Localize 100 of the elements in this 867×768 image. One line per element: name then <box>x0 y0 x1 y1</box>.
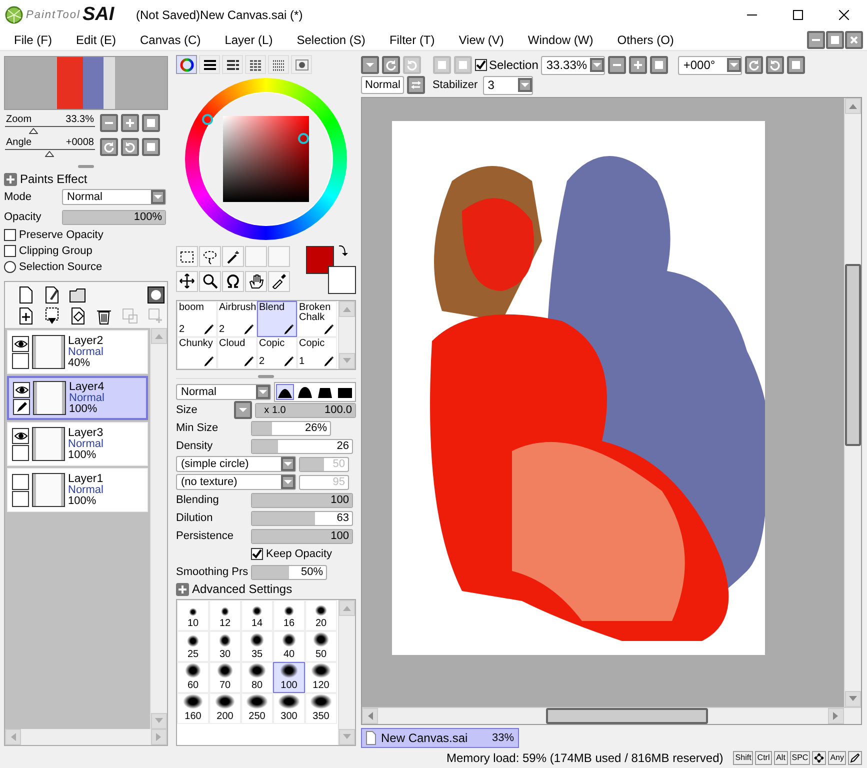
minimize-button[interactable] <box>807 31 825 49</box>
saturation-value-square[interactable] <box>223 116 309 202</box>
blend-mode-dropdown[interactable]: Normal <box>176 384 271 400</box>
menu-item[interactable]: Edit (E) <box>68 33 124 47</box>
visibility-toggle[interactable] <box>12 428 29 444</box>
brush-edge-selector[interactable] <box>274 382 356 402</box>
panel-menu-button[interactable] <box>361 56 379 74</box>
rotate-left-button[interactable] <box>100 138 118 156</box>
color-tab[interactable] <box>176 55 197 74</box>
swap-colors-icon[interactable] <box>338 244 348 256</box>
color-marker[interactable] <box>298 133 309 144</box>
brush-edge-option[interactable] <box>296 384 314 400</box>
new-pen-layer-icon[interactable] <box>43 286 61 304</box>
mode-dropdown[interactable]: Normal <box>62 189 166 205</box>
layer-row[interactable]: Layer3 Normal 100% <box>7 422 148 466</box>
vertical-scrollbar[interactable] <box>150 328 167 729</box>
menu-item[interactable]: Filter (T) <box>381 33 443 47</box>
rotate-icon[interactable] <box>225 273 241 289</box>
brush-tool[interactable]: Chunky <box>177 337 217 369</box>
reset-zoom-button[interactable] <box>650 56 668 74</box>
brush-size-option[interactable]: 70 <box>209 662 241 693</box>
vertical-scrollbar[interactable] <box>338 600 355 745</box>
brush-tool[interactable]: Copic 1 <box>297 337 337 369</box>
setting-slider[interactable]: 100 <box>251 528 353 544</box>
setting-slider[interactable]: 63 <box>251 510 353 526</box>
primary-color-swatch[interactable] <box>306 246 334 274</box>
panel-grip[interactable] <box>78 165 94 168</box>
brush-size-option[interactable]: 30 <box>209 631 241 662</box>
checkbox[interactable] <box>4 229 16 241</box>
reset-angle-button[interactable] <box>142 138 160 156</box>
brush-size-option[interactable]: 60 <box>177 662 209 693</box>
hue-marker[interactable] <box>202 114 213 125</box>
zoom-in-button[interactable] <box>121 114 139 132</box>
brush-tool[interactable]: Blend <box>257 301 297 337</box>
brush-size-option[interactable]: 200 <box>209 693 241 724</box>
mask-icon[interactable] <box>147 286 165 304</box>
brush-size-option[interactable]: 80 <box>241 662 273 693</box>
checkbox[interactable] <box>4 245 16 257</box>
rotate-right-button[interactable] <box>766 56 784 74</box>
setting-slider[interactable]: 26 <box>251 438 353 454</box>
brush-size-option[interactable]: 20 <box>305 600 337 631</box>
lock-toggle[interactable] <box>12 352 29 368</box>
size-range-button[interactable] <box>234 401 252 419</box>
reset-zoom-button[interactable] <box>142 114 160 132</box>
brush-size-option[interactable]: 100 <box>273 662 305 693</box>
document-tab[interactable]: New Canvas.sai 33% <box>361 728 519 748</box>
brush-size-option[interactable]: 250 <box>241 693 273 724</box>
new-layer-icon[interactable] <box>17 286 35 304</box>
layer-row[interactable]: Layer2 Normal 40% <box>7 330 148 374</box>
zoom-out-button[interactable] <box>100 114 118 132</box>
opacity-slider[interactable]: 100% <box>62 210 166 224</box>
brush-size-option[interactable]: 16 <box>273 600 305 631</box>
checkbox[interactable] <box>475 59 487 71</box>
brush-size-option[interactable]: 350 <box>305 693 337 724</box>
brush-size-option[interactable]: 14 <box>241 600 273 631</box>
menu-item[interactable]: Others (O) <box>609 33 682 47</box>
copy-layer-icon[interactable] <box>17 307 35 325</box>
restore-button[interactable] <box>826 31 844 49</box>
layer-row[interactable]: Layer4 Normal 100% <box>7 376 148 420</box>
vertical-scrollbar[interactable] <box>844 98 861 707</box>
menu-item[interactable]: Canvas (C) <box>132 33 209 47</box>
rotate-right-button[interactable] <box>121 138 139 156</box>
brush-size-option[interactable]: 10 <box>177 600 209 631</box>
brush-size-option[interactable]: 50 <box>305 631 337 662</box>
zoom-slider[interactable] <box>5 126 95 135</box>
horizontal-scrollbar[interactable] <box>362 707 861 724</box>
menu-item[interactable]: Selection (S) <box>288 33 374 47</box>
lock-toggle[interactable] <box>12 444 29 460</box>
expand-icon[interactable] <box>176 582 189 596</box>
stabilizer-dropdown[interactable]: 3 <box>482 76 533 94</box>
brush-tool[interactable]: Copic 2 <box>257 337 297 369</box>
setting-slider[interactable]: 100 <box>251 492 353 508</box>
folder-icon[interactable] <box>69 286 87 304</box>
slider-thumb[interactable] <box>28 128 38 134</box>
setting-slider[interactable]: 50% <box>251 564 327 580</box>
rectangle-select-icon[interactable] <box>179 248 195 264</box>
visibility-toggle[interactable] <box>13 382 30 398</box>
expand-icon[interactable] <box>4 172 17 186</box>
size-slider[interactable]: x 1.0 100.0 <box>255 402 356 418</box>
menu-item[interactable]: File (F) <box>6 33 60 47</box>
checkbox[interactable] <box>251 548 263 560</box>
search-icon[interactable] <box>202 273 218 289</box>
lock-toggle[interactable] <box>13 398 30 414</box>
angle-slider[interactable] <box>5 149 95 158</box>
reset-angle-button[interactable] <box>787 56 806 74</box>
zoom-out-button[interactable] <box>608 56 626 74</box>
lasso-icon[interactable] <box>202 248 218 264</box>
move-icon[interactable] <box>179 273 195 289</box>
brush-size-option[interactable]: 12 <box>209 600 241 631</box>
swap-button[interactable] <box>407 76 426 94</box>
angle-dropdown[interactable]: +000° <box>678 56 742 74</box>
visibility-toggle[interactable] <box>12 474 29 490</box>
undo-button[interactable] <box>382 56 400 74</box>
brush-tool[interactable]: boom 2 <box>177 301 217 337</box>
radio-button[interactable] <box>4 261 16 273</box>
visibility-toggle[interactable] <box>12 336 29 352</box>
setting-slider[interactable]: 26% <box>251 420 331 436</box>
brush-size-option[interactable]: 35 <box>241 631 273 662</box>
brush-size-option[interactable]: 25 <box>177 631 209 662</box>
menu-item[interactable]: Window (W) <box>520 33 602 47</box>
